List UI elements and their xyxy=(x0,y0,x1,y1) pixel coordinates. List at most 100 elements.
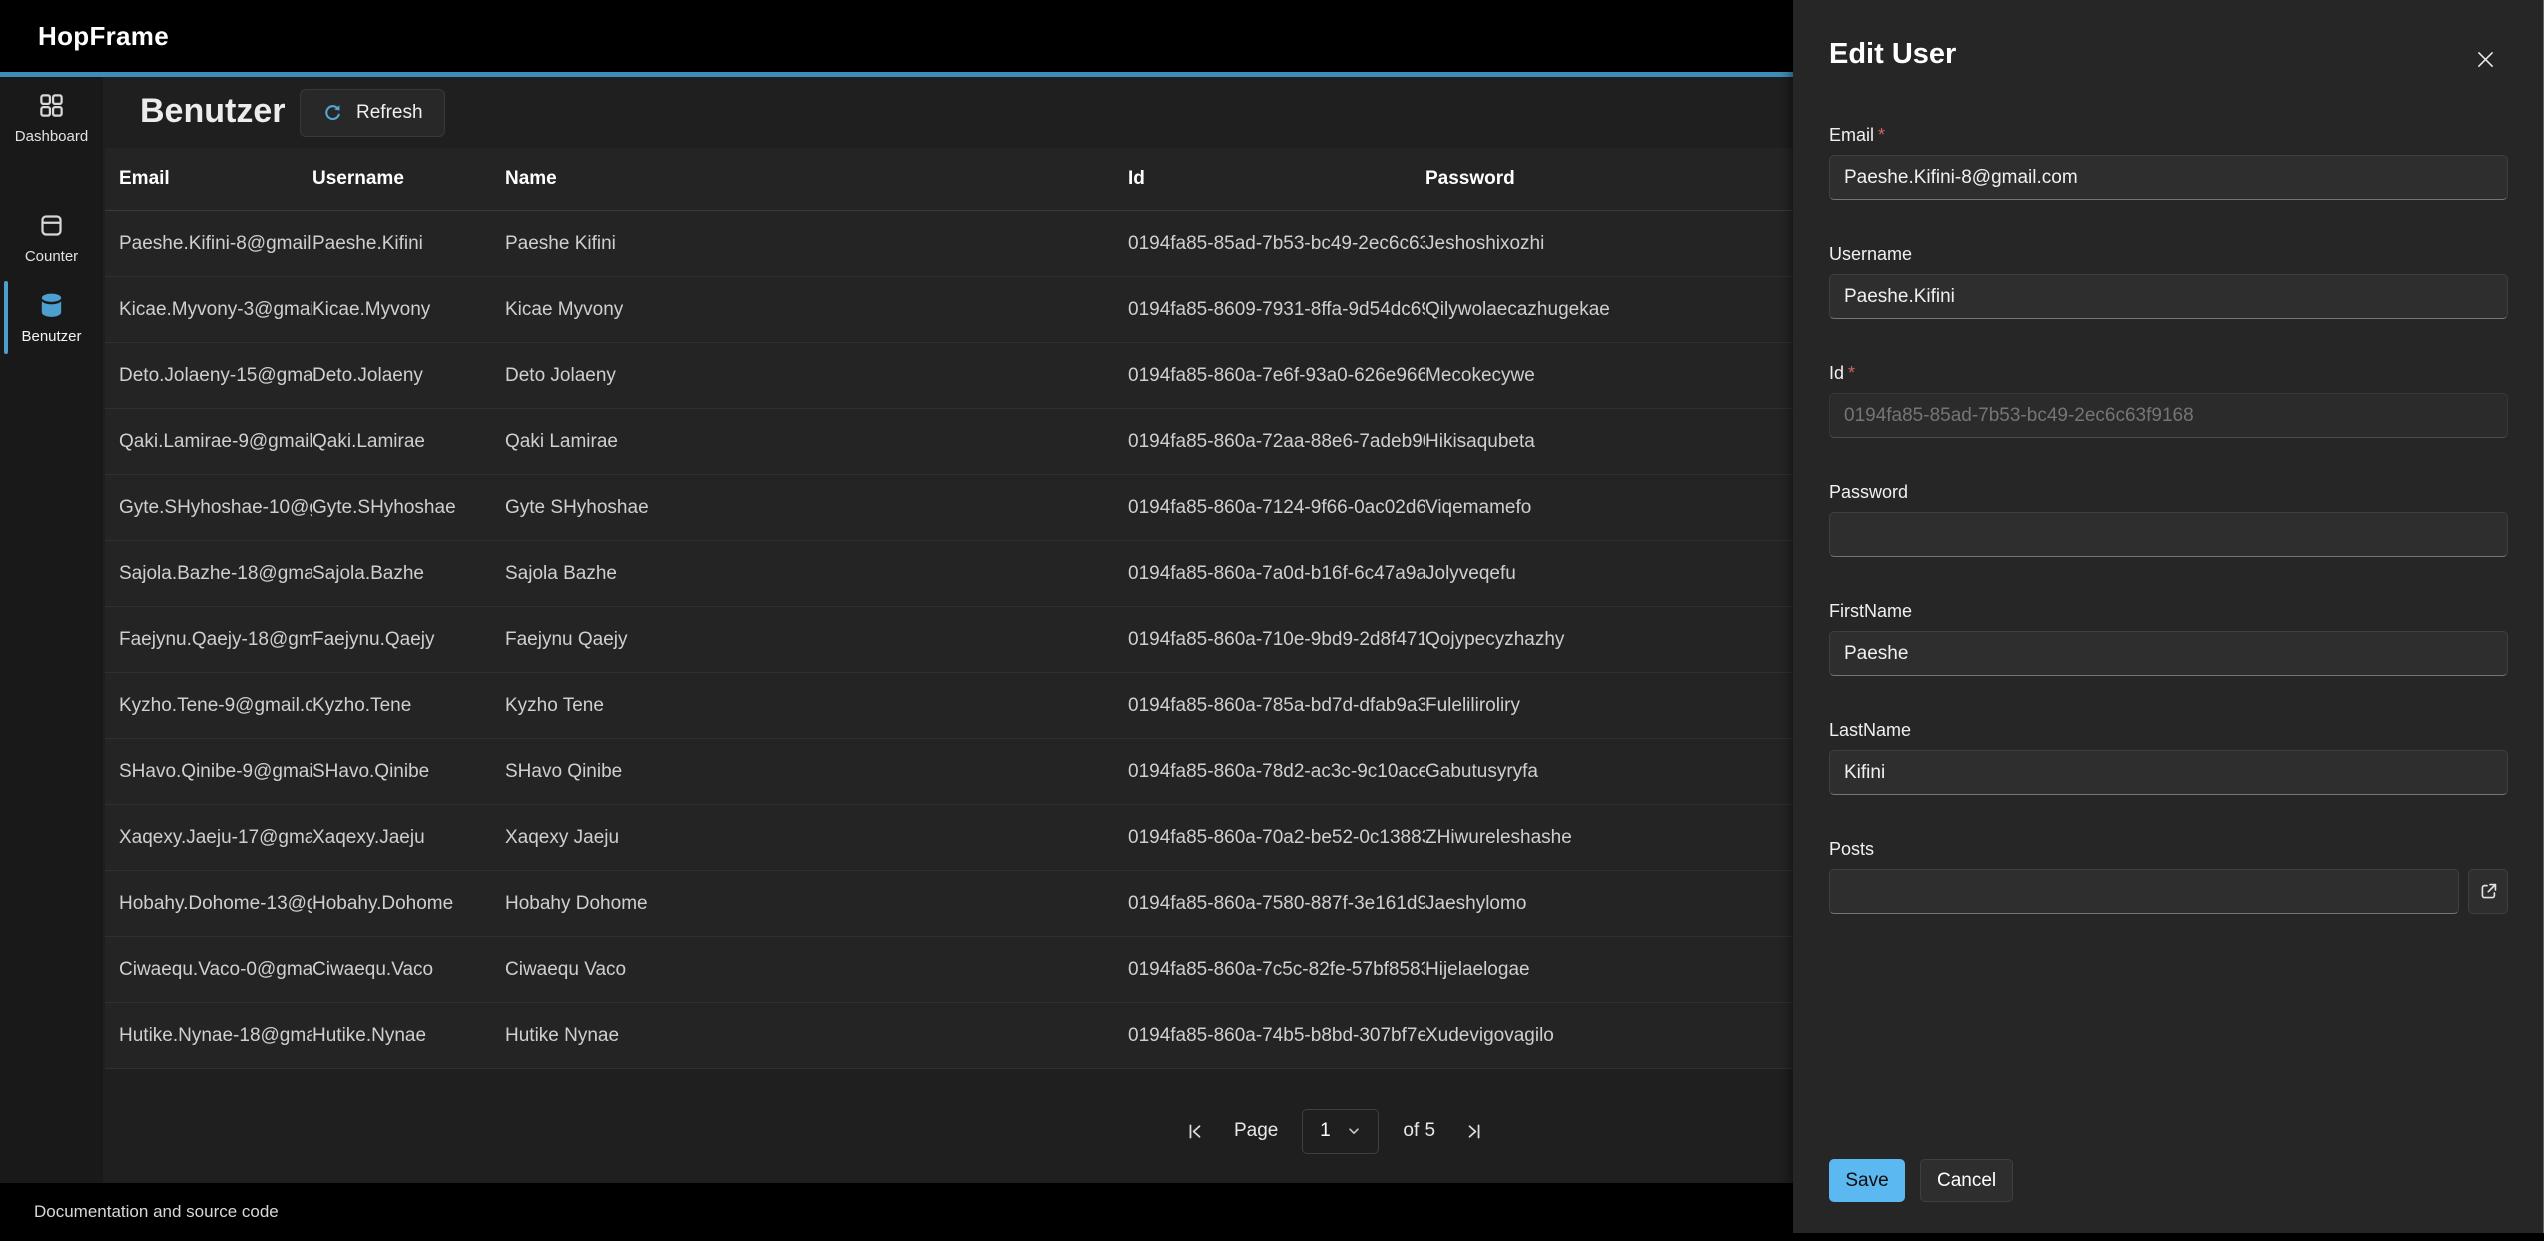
users-table: EmailUsernameNameIdPassword Paeshe.Kifin… xyxy=(105,148,1793,1069)
page-count-label: of 5 xyxy=(1403,1120,1435,1142)
table-row[interactable]: Deto.Jolaeny-15@gmail.comDeto.JolaenyDet… xyxy=(105,343,1793,409)
field-firstname: FirstName xyxy=(1829,601,2508,676)
table-row[interactable]: Xaqexy.Jaeju-17@gmail.comXaqexy.JaejuXaq… xyxy=(105,805,1793,871)
posts-input[interactable] xyxy=(1829,869,2459,914)
table-cell: Xaqexy.Jaeju xyxy=(312,827,505,849)
table-cell: Fuleliliroliry xyxy=(1425,695,1793,717)
table-cell: Paeshe Kifini xyxy=(505,233,1128,255)
password-input[interactable] xyxy=(1829,512,2508,557)
table-cell: Ciwaequ Vaco xyxy=(505,959,1128,981)
table-cell: Faejynu.Qaejy-18@gmail.com xyxy=(119,629,312,651)
table-row[interactable]: Paeshe.Kifini-8@gmail.comPaeshe.KifiniPa… xyxy=(105,211,1793,277)
refresh-label: Refresh xyxy=(356,102,423,124)
table-cell: SHavo.Qinibe xyxy=(312,761,505,783)
table-row[interactable]: Qaki.Lamirae-9@gmail.comQaki.LamiraeQaki… xyxy=(105,409,1793,475)
sidebar-nav: Dashboard Counter Benutzer xyxy=(0,77,103,1183)
pagination: Page 1 of 5 xyxy=(1181,1108,1488,1154)
posts-open-button[interactable] xyxy=(2468,869,2508,914)
counter-icon xyxy=(38,210,65,240)
save-button[interactable]: Save xyxy=(1829,1159,1905,1202)
table-row[interactable]: SHavo.Qinibe-9@gmail.comSHavo.QinibeSHav… xyxy=(105,739,1793,805)
table-cell: Hutike.Nynae-18@gmail.com xyxy=(119,1025,312,1047)
table-cell: 0194fa85-860a-7e6f-93a0-626e9663... xyxy=(1128,365,1425,387)
table-cell: Kicae.Myvony xyxy=(312,299,505,321)
table-cell: Kicae Myvony xyxy=(505,299,1128,321)
field-label: LastName xyxy=(1829,720,2508,741)
table-cell: Kyzho.Tene-9@gmail.com xyxy=(119,695,312,717)
table-cell: Jolyveqefu xyxy=(1425,563,1793,585)
sidebar-item-dashboard[interactable]: Dashboard xyxy=(0,90,103,145)
table-row[interactable]: Hobahy.Dohome-13@gmail.comHobahy.DohomeH… xyxy=(105,871,1793,937)
table-cell: Hijelaelogae xyxy=(1425,959,1793,981)
field-label: FirstName xyxy=(1829,601,2508,622)
table-cell: Hutike Nynae xyxy=(505,1025,1128,1047)
table-row[interactable]: Kyzho.Tene-9@gmail.comKyzho.TeneKyzho Te… xyxy=(105,673,1793,739)
last-page-button[interactable] xyxy=(1459,1117,1488,1146)
table-cell: 0194fa85-8609-7931-8ffa-9d54dc69... xyxy=(1128,299,1425,321)
table-cell: 0194fa85-860a-7c5c-82fe-57bf8583... xyxy=(1128,959,1425,981)
column-header-id: Id xyxy=(1128,168,1425,190)
table-cell: Hikisaqubeta xyxy=(1425,431,1793,453)
table-cell: Ciwaequ.Vaco xyxy=(312,959,505,981)
page-label: Page xyxy=(1234,1120,1278,1142)
database-icon xyxy=(37,290,66,320)
table-cell: Sajola Bazhe xyxy=(505,563,1128,585)
table-cell: Xaqexy.Jaeju-17@gmail.com xyxy=(119,827,312,849)
table-cell: Gabutusyryfa xyxy=(1425,761,1793,783)
table-cell: Gyte SHyhoshae xyxy=(505,497,1128,519)
table-row[interactable]: Hutike.Nynae-18@gmail.comHutike.NynaeHut… xyxy=(105,1003,1793,1069)
username-input[interactable] xyxy=(1829,274,2508,319)
open-icon xyxy=(2478,881,2499,902)
table-cell: Kyzho Tene xyxy=(505,695,1128,717)
table-cell: Deto.Jolaeny-15@gmail.com xyxy=(119,365,312,387)
drawer-actions: Save Cancel xyxy=(1829,1159,2013,1202)
sidebar-item-counter[interactable]: Counter xyxy=(0,210,103,265)
table-row[interactable]: Kicae.Myvony-3@gmail.comKicae.MyvonyKica… xyxy=(105,277,1793,343)
table-cell: ZHiwureleshashe xyxy=(1425,827,1793,849)
chevron-down-icon xyxy=(1346,1123,1362,1139)
table-row[interactable]: Faejynu.Qaejy-18@gmail.comFaejynu.QaejyF… xyxy=(105,607,1793,673)
field-label: Username xyxy=(1829,244,2508,265)
table-cell: Faejynu Qaejy xyxy=(505,629,1128,651)
table-cell: SHavo.Qinibe-9@gmail.com xyxy=(119,761,312,783)
table-cell: 0194fa85-860a-7a0d-b16f-6c47a9ae... xyxy=(1128,563,1425,585)
table-cell: 0194fa85-860a-78d2-ac3c-9c10ace6... xyxy=(1128,761,1425,783)
table-cell: 0194fa85-860a-7580-887f-3e161d9b... xyxy=(1128,893,1425,915)
field-lastname: LastName xyxy=(1829,720,2508,795)
page-title: Benutzer xyxy=(140,92,285,131)
drawer-title: Edit User xyxy=(1829,38,1956,71)
table-cell: Qilywolaecazhugekae xyxy=(1425,299,1793,321)
table-cell: Qaki.Lamirae-9@gmail.com xyxy=(119,431,312,453)
email-input[interactable] xyxy=(1829,155,2508,200)
table-cell: Deto.Jolaeny xyxy=(312,365,505,387)
table-cell: 0194fa85-860a-72aa-88e6-7adeb902... xyxy=(1128,431,1425,453)
firstname-input[interactable] xyxy=(1829,631,2508,676)
required-asterisk: * xyxy=(1878,125,1885,145)
main-content: Benutzer Refresh EmailUsernameNameIdPass… xyxy=(103,77,1793,1183)
column-header-email: Email xyxy=(119,168,312,190)
table-row[interactable]: Gyte.SHyhoshae-10@gmail.comGyte.SHyhosha… xyxy=(105,475,1793,541)
table-cell: Hutike.Nynae xyxy=(312,1025,505,1047)
table-row[interactable]: Ciwaequ.Vaco-0@gmail.comCiwaequ.VacoCiwa… xyxy=(105,937,1793,1003)
close-icon xyxy=(2474,48,2497,71)
edit-user-form: Email*UsernameId*PasswordFirstNameLastNa… xyxy=(1829,125,2508,958)
table-cell: Ciwaequ.Vaco-0@gmail.com xyxy=(119,959,312,981)
top-bar: HopFrame xyxy=(0,0,1793,72)
table-cell: 0194fa85-85ad-7b53-bc49-2ec6c63f... xyxy=(1128,233,1425,255)
table-cell: Kicae.Myvony-3@gmail.com xyxy=(119,299,312,321)
lastname-input[interactable] xyxy=(1829,750,2508,795)
cancel-button[interactable]: Cancel xyxy=(1920,1159,2013,1202)
first-page-button[interactable] xyxy=(1181,1117,1210,1146)
page-select[interactable]: 1 xyxy=(1302,1109,1379,1154)
table-cell: Jeshoshixozhi xyxy=(1425,233,1793,255)
close-button[interactable] xyxy=(2468,42,2502,76)
sidebar-item-benutzer[interactable]: Benutzer xyxy=(0,290,103,345)
field-id: Id* xyxy=(1829,363,2508,438)
table-cell: Gyte.SHyhoshae-10@gmail.com xyxy=(119,497,312,519)
field-label: Id* xyxy=(1829,363,2508,384)
refresh-button[interactable]: Refresh xyxy=(300,89,445,137)
table-row[interactable]: Sajola.Bazhe-18@gmail.comSajola.BazheSaj… xyxy=(105,541,1793,607)
documentation-link[interactable]: Documentation and source code xyxy=(34,1202,279,1222)
app-brand: HopFrame xyxy=(38,21,169,52)
grid-icon xyxy=(38,90,65,120)
